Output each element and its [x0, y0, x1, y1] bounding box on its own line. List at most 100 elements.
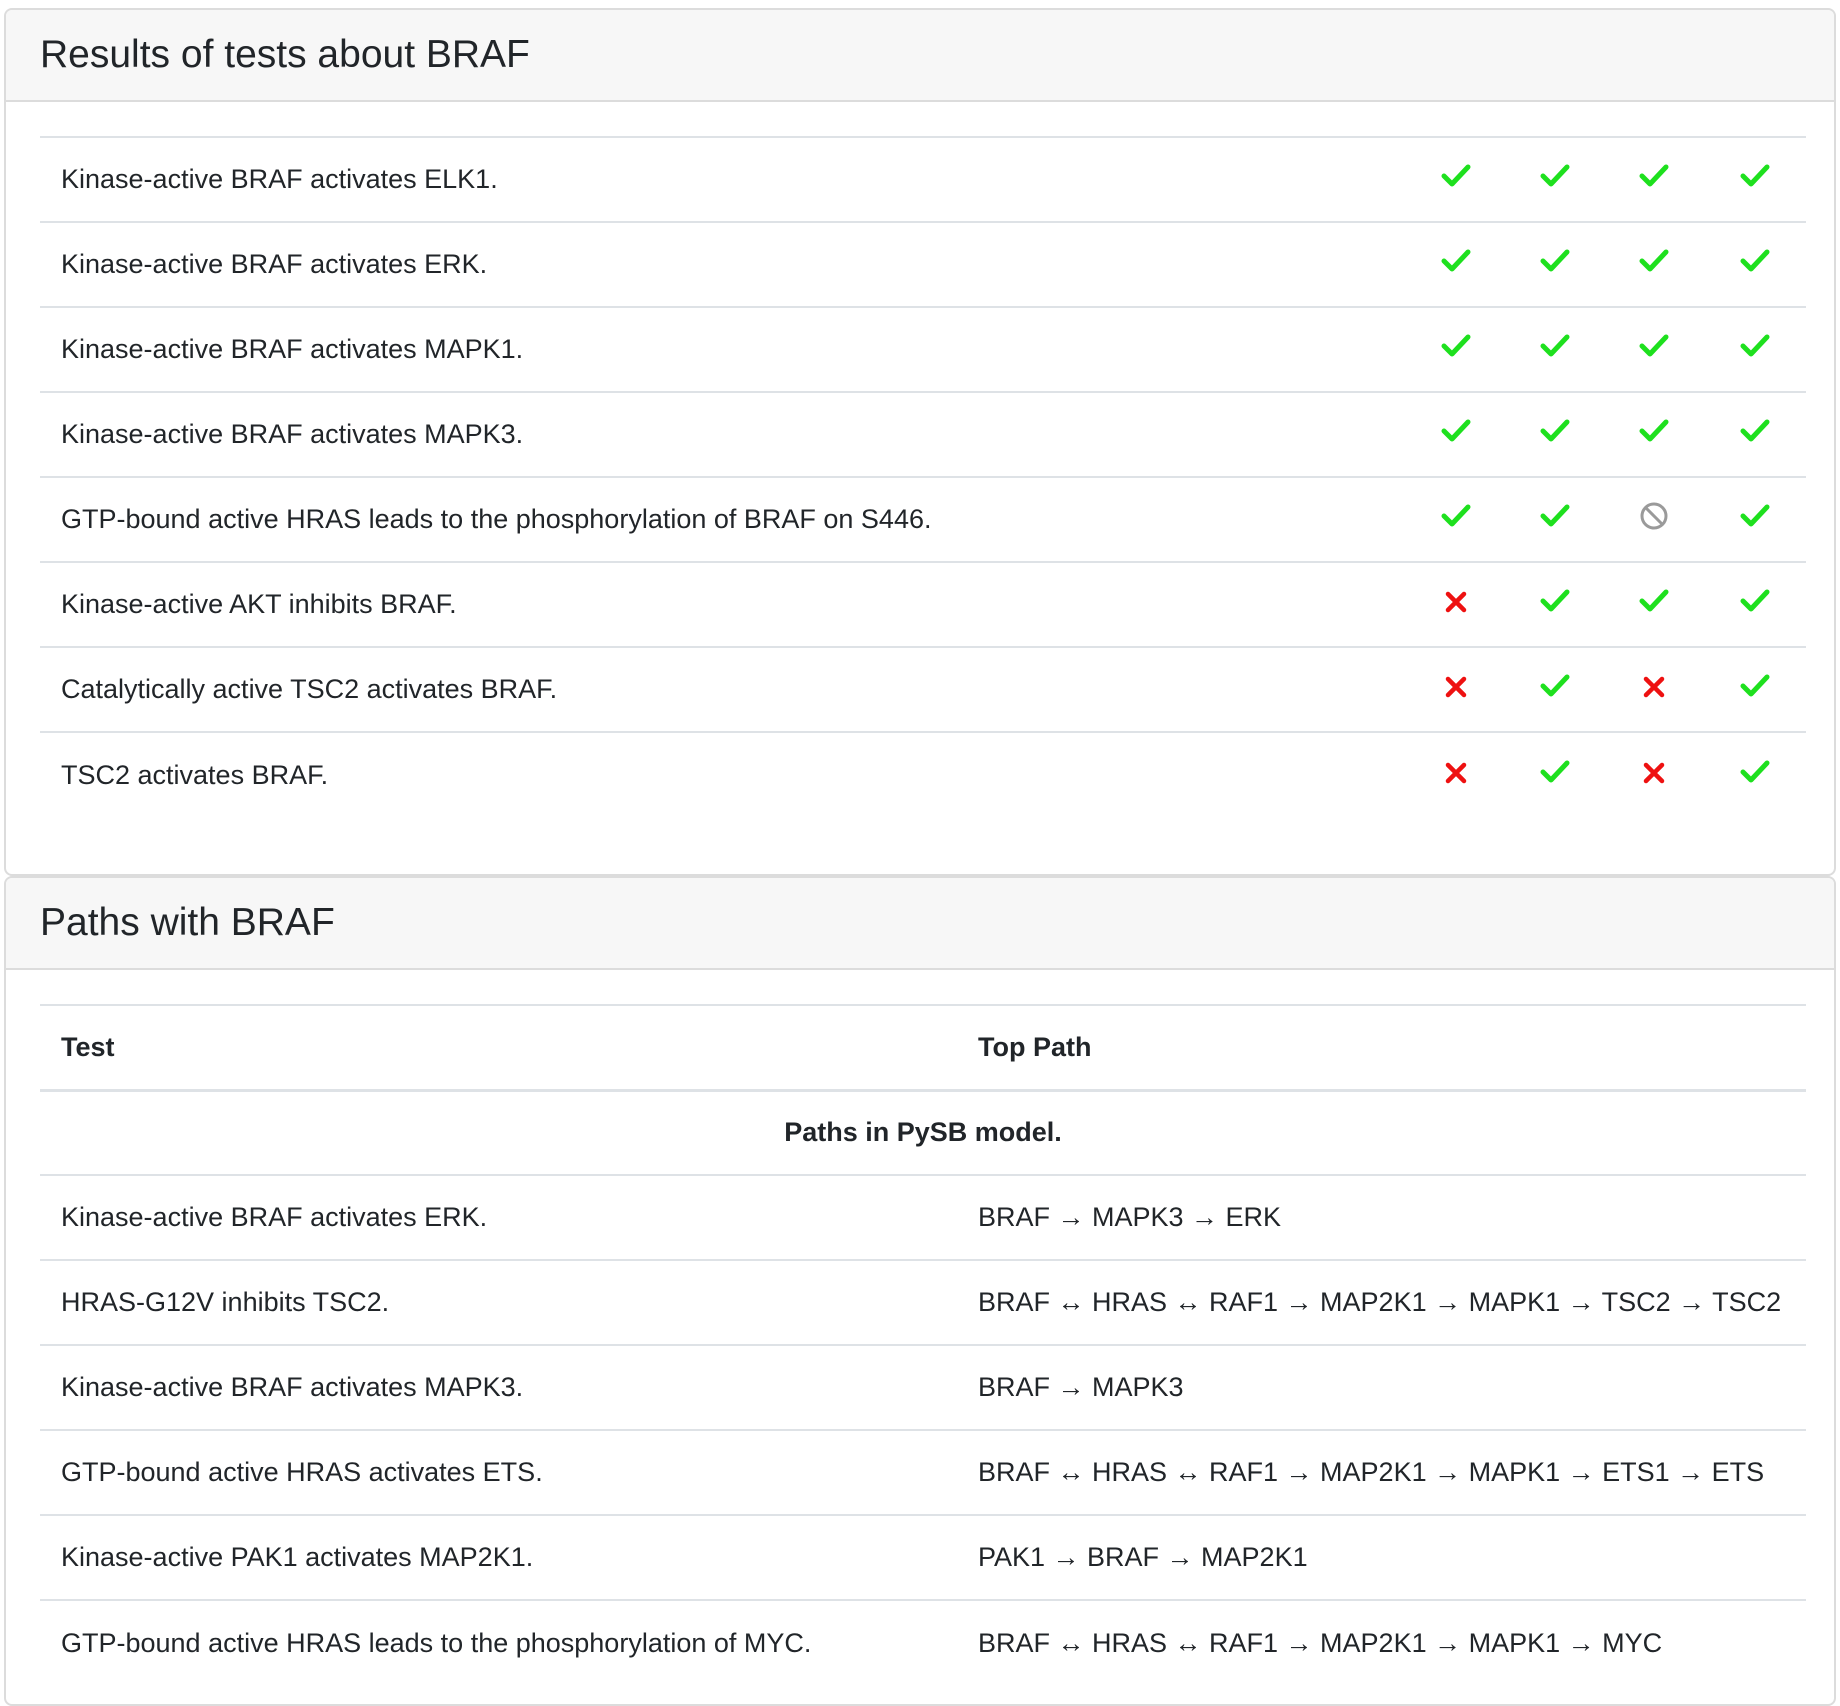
- result-cell: [1703, 731, 1806, 817]
- result-cell: [1406, 476, 1505, 562]
- test-description: Kinase-active BRAF activates ERK.: [40, 221, 1406, 307]
- check-icon: [1639, 164, 1669, 195]
- check-icon: [1540, 334, 1570, 365]
- check-icon: [1540, 760, 1570, 791]
- check-icon: [1740, 334, 1770, 365]
- path-row: GTP-bound active HRAS activates ETS. BRAF…: [40, 1429, 1806, 1515]
- paths-card-header: Paths with BRAF: [6, 878, 1834, 970]
- path-test-description: GTP-bound active HRAS leads to the phosp…: [40, 1599, 957, 1685]
- path-test-description: GTP-bound active HRAS activates ETS.: [40, 1429, 957, 1515]
- test-result-row: Kinase-active AKT inhibits BRAF.: [40, 561, 1806, 647]
- result-cell: [1505, 306, 1604, 392]
- test-description: Kinase-active BRAF activates MAPK1.: [40, 306, 1406, 392]
- test-result-row: Kinase-active BRAF activates ERK.: [40, 221, 1806, 307]
- paths-header-row: Test Top Path: [40, 1004, 1806, 1092]
- test-result-row: Catalytically active TSC2 activates BRAF…: [40, 646, 1806, 732]
- test-description: TSC2 activates BRAF.: [40, 731, 1406, 817]
- test-result-row: Kinase-active BRAF activates ELK1.: [40, 136, 1806, 222]
- check-icon: [1540, 419, 1570, 450]
- path-test-description: HRAS-G12V inhibits TSC2.: [40, 1259, 957, 1345]
- check-icon: [1639, 419, 1669, 450]
- test-results-table: Kinase-active BRAF activates ELK1. Kinase…: [40, 136, 1806, 817]
- cross-icon: [1643, 760, 1665, 790]
- result-cell: [1604, 646, 1703, 732]
- test-result-row: TSC2 activates BRAF.: [40, 731, 1806, 817]
- result-cell: [1406, 221, 1505, 307]
- paths-group-row: Paths in PySB model.: [40, 1089, 1806, 1175]
- check-icon: [1740, 419, 1770, 450]
- check-icon: [1441, 419, 1471, 450]
- test-description: Catalytically active TSC2 activates BRAF…: [40, 646, 1406, 732]
- check-icon: [1441, 334, 1471, 365]
- result-cell: [1703, 306, 1806, 392]
- check-icon: [1740, 760, 1770, 791]
- test-result-row: GTP-bound active HRAS leads to the phosp…: [40, 476, 1806, 562]
- result-cell: [1505, 561, 1604, 647]
- path-row: GTP-bound active HRAS leads to the phosp…: [40, 1599, 1806, 1685]
- paths-rows: Paths in PySB model. Kinase-active BRAF …: [40, 1089, 1806, 1685]
- result-cell: [1604, 731, 1703, 817]
- check-icon: [1540, 164, 1570, 195]
- check-icon: [1540, 589, 1570, 620]
- top-path: BRAF ↔ HRAS ↔ RAF1 → MAP2K1 → MAPK1 → TS…: [957, 1259, 1806, 1345]
- test-results-rows: Kinase-active BRAF activates ELK1. Kinase…: [40, 136, 1806, 817]
- check-icon: [1639, 334, 1669, 365]
- top-path: BRAF → MAPK3 → ERK: [957, 1174, 1806, 1260]
- check-icon: [1441, 249, 1471, 280]
- cross-icon: [1643, 674, 1665, 704]
- paths-title: Paths with BRAF: [40, 901, 335, 944]
- check-icon: [1540, 249, 1570, 280]
- check-icon: [1740, 164, 1770, 195]
- cross-icon: [1445, 760, 1467, 790]
- test-result-row: Kinase-active BRAF activates MAPK3.: [40, 391, 1806, 477]
- result-cell: [1703, 646, 1806, 732]
- result-cell: [1703, 136, 1806, 222]
- test-description: Kinase-active BRAF activates MAPK3.: [40, 391, 1406, 477]
- result-cell: [1604, 136, 1703, 222]
- check-icon: [1441, 504, 1471, 535]
- result-cell: [1604, 476, 1703, 562]
- check-icon: [1639, 249, 1669, 280]
- paths-body: Test Top Path Paths in PySB model. Kinas…: [6, 970, 1834, 1685]
- result-cell: [1505, 136, 1604, 222]
- path-row: Kinase-active BRAF activates ERK. BRAF → …: [40, 1174, 1806, 1260]
- path-test-description: Kinase-active BRAF activates ERK.: [40, 1174, 957, 1260]
- check-icon: [1740, 674, 1770, 705]
- result-cell: [1406, 306, 1505, 392]
- check-icon: [1540, 674, 1570, 705]
- path-row: Kinase-active PAK1 activates MAP2K1. PAK1…: [40, 1514, 1806, 1600]
- test-result-row: Kinase-active BRAF activates MAPK1.: [40, 306, 1806, 392]
- result-cell: [1406, 731, 1505, 817]
- paths-table: Test Top Path Paths in PySB model. Kinas…: [40, 1004, 1806, 1685]
- result-cell: [1604, 561, 1703, 647]
- result-cell: [1406, 391, 1505, 477]
- check-icon: [1740, 504, 1770, 535]
- path-row: Kinase-active BRAF activates MAPK3. BRAF …: [40, 1344, 1806, 1430]
- check-icon: [1740, 589, 1770, 620]
- paths-group-label: Paths in PySB model.: [40, 1089, 1806, 1175]
- test-description: GTP-bound active HRAS leads to the phosp…: [40, 476, 1406, 562]
- check-icon: [1639, 589, 1669, 620]
- test-results-card-header: Results of tests about BRAF: [6, 10, 1834, 102]
- check-icon: [1441, 164, 1471, 195]
- result-cell: [1406, 646, 1505, 732]
- result-cell: [1406, 136, 1505, 222]
- result-cell: [1505, 221, 1604, 307]
- column-header-test: Test: [40, 1004, 957, 1092]
- result-cell: [1505, 646, 1604, 732]
- top-path: BRAF ↔ HRAS ↔ RAF1 → MAP2K1 → MAPK1 → MY…: [957, 1599, 1806, 1685]
- test-description: Kinase-active BRAF activates ELK1.: [40, 136, 1406, 222]
- result-cell: [1703, 476, 1806, 562]
- result-cell: [1406, 561, 1505, 647]
- path-test-description: Kinase-active PAK1 activates MAP2K1.: [40, 1514, 957, 1600]
- path-row: HRAS-G12V inhibits TSC2. BRAF ↔ HRAS ↔ RA…: [40, 1259, 1806, 1345]
- check-icon: [1740, 249, 1770, 280]
- ban-icon: [1639, 502, 1669, 537]
- column-header-top-path: Top Path: [957, 1004, 1806, 1092]
- result-cell: [1505, 391, 1604, 477]
- paths-card: Paths with BRAF Test Top Path Paths in P…: [4, 876, 1836, 1706]
- result-cell: [1703, 391, 1806, 477]
- result-cell: [1604, 221, 1703, 307]
- result-cell: [1604, 306, 1703, 392]
- test-description: Kinase-active AKT inhibits BRAF.: [40, 561, 1406, 647]
